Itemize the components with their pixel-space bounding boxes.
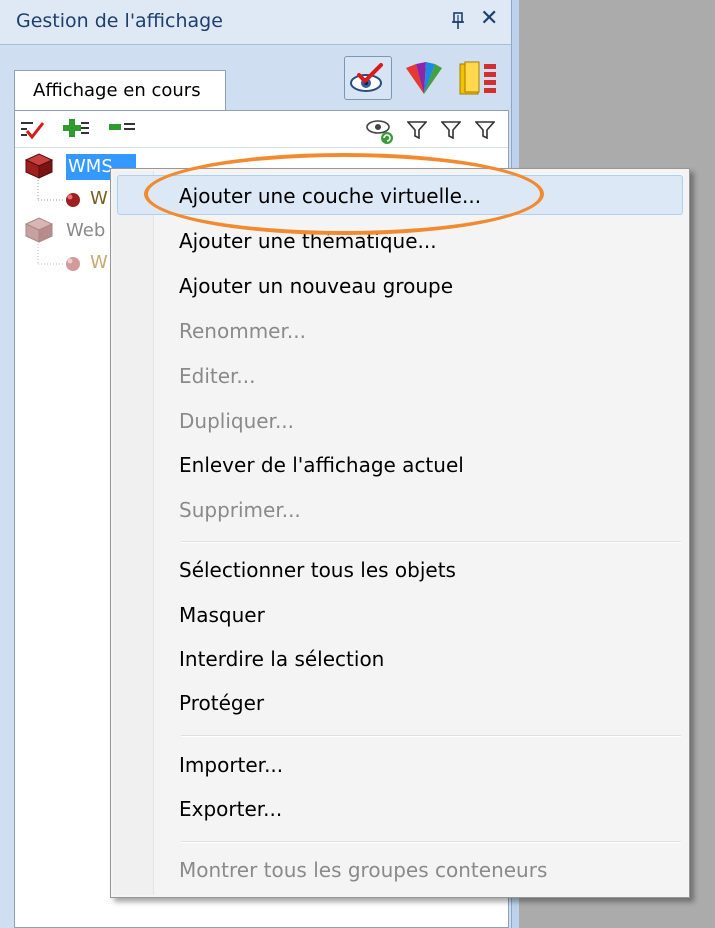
- visibility-check-icon: [350, 63, 383, 92]
- remove-layer-icon[interactable]: [109, 121, 135, 137]
- palette-icon[interactable]: [402, 58, 446, 98]
- menu-item-disable-selection[interactable]: Interdire la sélection: [179, 640, 384, 678]
- wms-layer-icon: [24, 153, 54, 179]
- context-menu: Ajouter une couche virtuelle... Ajouter …: [110, 168, 690, 898]
- tree-label-web[interactable]: Web: [66, 218, 105, 244]
- tab-label: Affichage en cours: [33, 80, 201, 101]
- menu-item-hide[interactable]: Masquer: [179, 596, 265, 634]
- sublayer-dot-icon: [66, 257, 80, 271]
- tab-current-display[interactable]: Affichage en cours: [14, 70, 226, 110]
- menu-separator: [181, 735, 681, 737]
- web-layer-icon: [24, 217, 54, 243]
- tree-label-wms[interactable]: WMS: [68, 154, 113, 180]
- menu-item-protect[interactable]: Protéger: [179, 684, 264, 722]
- menu-item-duplicate[interactable]: Dupliquer...: [179, 402, 294, 440]
- menu-item-add-thematic[interactable]: Ajouter une thématique...: [179, 222, 437, 260]
- close-icon[interactable]: ✕: [480, 8, 498, 30]
- menu-separator: [181, 541, 681, 543]
- panel-titlebar: Gestion de l'affichage ✕: [0, 0, 518, 45]
- menu-item-delete[interactable]: Supprimer...: [179, 491, 301, 529]
- menu-item-edit[interactable]: Editer...: [179, 357, 256, 395]
- panel-title: Gestion de l'affichage: [16, 10, 223, 32]
- eye-refresh-icon[interactable]: [365, 115, 395, 145]
- add-layer-icon[interactable]: [63, 117, 89, 141]
- checklist-icon[interactable]: [21, 119, 45, 141]
- menu-item-rename[interactable]: Renommer...: [179, 312, 306, 350]
- tree-label-child[interactable]: W: [90, 250, 108, 276]
- filter-icon[interactable]: [475, 121, 495, 139]
- menu-item-remove-from-display[interactable]: Enlever de l'affichage actuel: [179, 446, 464, 484]
- tree-toolbar: [15, 111, 508, 148]
- filter-icon[interactable]: [407, 121, 427, 139]
- menu-item-export[interactable]: Exporter...: [179, 790, 282, 828]
- menu-item-import[interactable]: Importer...: [179, 746, 283, 784]
- menu-item-select-all-objects[interactable]: Sélectionner tous les objets: [179, 551, 456, 589]
- menu-separator: [181, 841, 681, 843]
- menu-item-show-all-container-groups[interactable]: Montrer tous les groupes conteneurs: [179, 851, 547, 889]
- sublayer-dot-icon: [66, 193, 80, 207]
- menu-item-add-group[interactable]: Ajouter un nouveau groupe: [179, 267, 453, 305]
- book-list-icon[interactable]: [456, 58, 502, 98]
- menu-item-add-virtual-layer[interactable]: Ajouter une couche virtuelle...: [179, 177, 481, 215]
- pin-icon[interactable]: [452, 12, 464, 30]
- filter-icon[interactable]: [441, 121, 461, 139]
- visibility-toggle-button[interactable]: [344, 56, 392, 100]
- menu-icon-gutter: [113, 171, 154, 895]
- tree-label-child[interactable]: W: [90, 186, 108, 212]
